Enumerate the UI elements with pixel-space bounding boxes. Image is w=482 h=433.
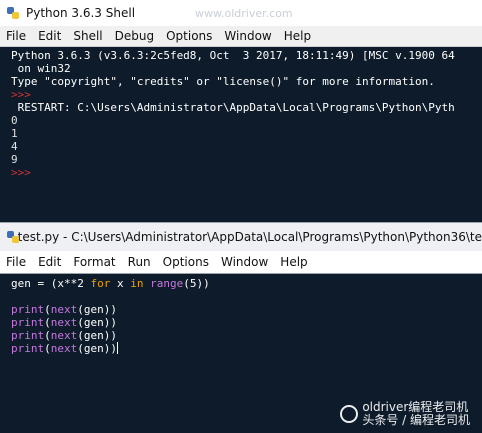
keyword-in: in (130, 277, 144, 290)
code-token: (gen)) (77, 329, 117, 342)
code-token: x (110, 277, 131, 290)
console-output-line: 4 (11, 140, 18, 153)
builtin-next: next (50, 342, 78, 355)
code-editor[interactable]: gen = (x**2 for x in range(5)) print(nex… (0, 274, 482, 433)
editor-menu-window[interactable]: Window (215, 255, 274, 269)
shell-menubar: File Edit Shell Debug Options Window Hel… (0, 26, 482, 47)
watermark-logo-icon (340, 405, 359, 423)
shell-title-watermark: www.oldriver.com (195, 6, 293, 20)
python-file-icon (6, 230, 19, 244)
shell-title: Python 3.6.3 Shell (26, 6, 136, 20)
editor-menu-edit[interactable]: Edit (32, 255, 67, 269)
shell-menu-file[interactable]: File (0, 29, 32, 43)
code-line-print: print(next(gen)) (11, 342, 118, 355)
shell-menu-help[interactable]: Help (278, 29, 317, 43)
watermark-text: 头条号 / 编程老司机 (362, 413, 470, 427)
builtin-next: next (50, 329, 78, 342)
python-logo-icon (6, 6, 20, 20)
text-cursor (117, 342, 118, 354)
code-line-print: print(next(gen)) (11, 316, 117, 329)
editor-menu-file[interactable]: File (0, 255, 32, 269)
editor-window: test.py - C:\Users\Administrator\AppData… (0, 222, 482, 433)
console-output-line: 1 (11, 127, 18, 140)
shell-menu-shell[interactable]: Shell (67, 29, 108, 43)
shell-menu-debug[interactable]: Debug (109, 29, 160, 43)
builtin-next: next (50, 303, 78, 316)
code-token: (gen)) (77, 342, 117, 355)
builtin-print: print (11, 316, 45, 329)
console-output-line: 0 (11, 114, 18, 127)
code-line-print: print(next(gen)) (11, 303, 117, 316)
console-banner-line1: Python 3.6.3 (v3.6.3:2c5fed8, Oct 3 2017… (11, 49, 455, 62)
editor-title: test.py - C:\Users\Administrator\AppData… (17, 230, 482, 244)
shell-console[interactable]: Python 3.6.3 (v3.6.3:2c5fed8, Oct 3 2017… (0, 47, 482, 222)
builtin-print: print (11, 329, 45, 342)
console-banner-line2: on win32 (11, 62, 71, 75)
builtin-print: print (11, 303, 45, 316)
code-line-gen: gen = (x**2 for x in range(5)) (11, 277, 482, 290)
code-token: (gen)) (77, 303, 117, 316)
console-active-prompt[interactable]: >>> (11, 166, 482, 179)
console-restart-line: RESTART: C:\Users\Administrator\AppData\… (11, 101, 455, 114)
console-banner-line3: Type "copyright", "credits" or "license(… (11, 75, 435, 88)
editor-menu-format[interactable]: Format (67, 255, 121, 269)
builtin-range: range (150, 277, 184, 290)
editor-menubar: File Edit Format Run Options Window Help (0, 251, 482, 274)
console-output-line: 9 (11, 153, 18, 166)
code-token: (5)) (183, 277, 210, 290)
code-line-print: print(next(gen)) (11, 329, 117, 342)
builtin-print: print (11, 342, 45, 355)
shell-menu-options[interactable]: Options (160, 29, 218, 43)
console-prompt: >>> (11, 88, 31, 101)
code-token: (gen)) (77, 316, 117, 329)
watermark: oldriver编程老司机 头条号 / 编程老司机 (340, 401, 470, 427)
shell-menu-window[interactable]: Window (218, 29, 277, 43)
editor-menu-options[interactable]: Options (157, 255, 215, 269)
builtin-next: next (50, 316, 78, 329)
shell-titlebar: Python 3.6.3 Shell www.oldriver.com (0, 0, 482, 26)
editor-titlebar: test.py - C:\Users\Administrator\AppData… (0, 222, 482, 251)
editor-menu-run[interactable]: Run (122, 255, 157, 269)
shell-window: Python 3.6.3 Shell www.oldriver.com File… (0, 0, 482, 222)
code-token: gen = (x**2 (11, 277, 91, 290)
editor-menu-help[interactable]: Help (274, 255, 313, 269)
shell-menu-edit[interactable]: Edit (32, 29, 67, 43)
keyword-for: for (90, 277, 111, 290)
